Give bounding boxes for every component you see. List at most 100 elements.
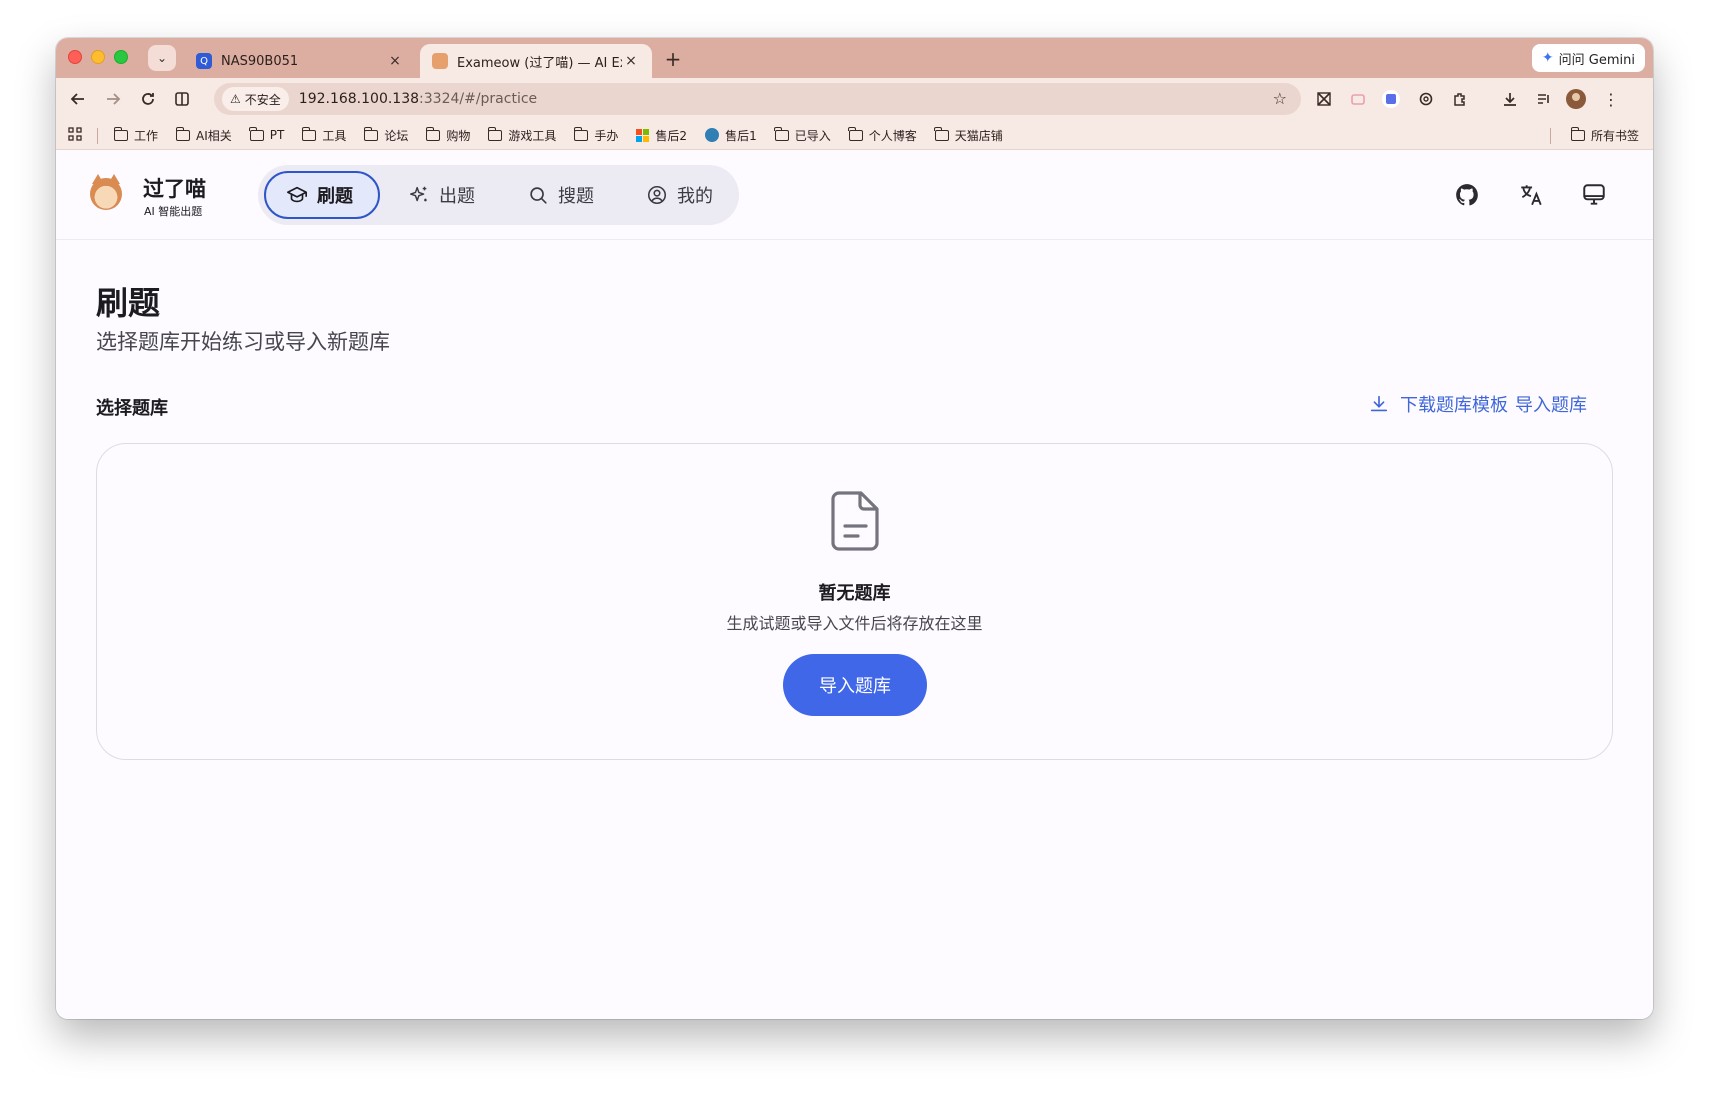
bookmark-folder[interactable]: 手办 (574, 126, 619, 144)
bookmark-link[interactable]: 售后2 (636, 127, 687, 144)
bookmark-star-icon[interactable]: ☆ (1273, 89, 1287, 108)
bookmarks-bar: 工作 AI相关 PT 工具 论坛 购物 游戏工具 手办 售后2 售后1 已导入 … (56, 120, 1653, 150)
folder-icon (487, 126, 503, 141)
tab-exameow[interactable]: Exameow (过了喵) — AI Exam × (420, 44, 652, 78)
nav-label: 我的 (677, 186, 713, 207)
bookmark-label: 手办 (594, 128, 619, 143)
tab-nas[interactable]: Q NAS90B051 × (184, 44, 416, 78)
split-view-icon[interactable] (170, 87, 194, 111)
monitor-icon[interactable] (1580, 181, 1608, 209)
empty-state-title: 暂无题库 (818, 583, 891, 604)
tab-close-icon[interactable]: × (386, 53, 404, 69)
nav-generate[interactable]: 出题 (388, 171, 495, 219)
maximize-window-button[interactable] (114, 50, 128, 64)
bookmark-folder[interactable]: 已导入 (774, 126, 831, 144)
microsoft-icon (636, 128, 650, 142)
url-path: :3324/#/practice (419, 91, 538, 107)
bookmark-folder[interactable]: 论坛 (363, 126, 408, 144)
bookmark-divider (97, 128, 98, 144)
bookmark-label: AI相关 (196, 128, 232, 143)
bookmark-label: 售后2 (655, 128, 688, 143)
folder-icon (848, 126, 863, 141)
nav-label: 出题 (439, 186, 475, 207)
download-icon (1368, 393, 1390, 415)
download-template-label: 下载题库模板 (1400, 395, 1508, 416)
extensions-puzzle-icon[interactable] (1448, 87, 1472, 111)
bookmark-label: 售后1 (725, 128, 757, 143)
sparkles-icon (408, 184, 430, 206)
minimize-window-button[interactable] (91, 50, 105, 64)
bookmark-folder[interactable]: 购物 (425, 126, 470, 144)
service-icon (705, 128, 720, 142)
import-bank-button[interactable]: 导入题库 (783, 654, 927, 716)
folder-icon (1570, 126, 1585, 141)
gemini-button[interactable]: ✦ 问问 Gemini (1531, 44, 1645, 72)
cat-icon (432, 53, 448, 69)
folder-icon (249, 126, 264, 141)
bookmark-folder[interactable]: 游戏工具 (487, 126, 557, 144)
address-bar[interactable]: ⚠ 不安全 192.168.100.138:3324/#/practice ☆ (214, 83, 1301, 115)
bookmark-label: 个人博客 (868, 128, 917, 143)
page-title: 刷题 (96, 284, 161, 322)
brand-subtitle: AI 智能出题 (144, 205, 203, 218)
security-chip[interactable]: ⚠ 不安全 (222, 87, 289, 111)
warning-icon: ⚠ (230, 92, 241, 106)
bookmark-folder[interactable]: 工具 (301, 126, 347, 144)
folder-icon (175, 126, 191, 141)
bookmark-folder[interactable]: AI相关 (175, 126, 232, 144)
bookmark-label: 工具 (322, 128, 347, 143)
profile-avatar-icon[interactable] (1564, 87, 1588, 111)
cat-logo-icon[interactable] (90, 174, 122, 210)
close-window-button[interactable] (68, 50, 82, 64)
translate-icon[interactable] (1517, 181, 1545, 209)
nav-profile[interactable]: 我的 (626, 171, 733, 219)
reload-icon[interactable] (136, 87, 160, 111)
browser-toolbar: ⚠ 不安全 192.168.100.138:3324/#/practice ☆ (56, 78, 1653, 120)
bilibili-extension-icon[interactable] (1346, 87, 1370, 111)
tab-close-icon[interactable]: × (622, 53, 640, 69)
all-bookmarks-folder[interactable]: 所有书签 (1570, 120, 1639, 150)
github-icon[interactable] (1453, 181, 1481, 209)
import-bank-link[interactable]: 导入题库 (1515, 387, 1587, 421)
bookmark-folder[interactable]: 个人博客 (848, 126, 917, 144)
nav-practice[interactable]: 刷题 (264, 171, 380, 219)
apps-grid-icon[interactable] (68, 127, 82, 145)
download-template-button[interactable]: 下载题库模板 (1368, 387, 1508, 421)
folder-icon (425, 126, 441, 141)
tab-title: Exameow (过了喵) — AI Exam (457, 55, 622, 71)
media-control-icon[interactable] (1532, 87, 1556, 111)
user-circle-icon (646, 184, 668, 206)
folder-icon (301, 126, 317, 141)
app-page: 过了喵 AI 智能出题 刷题 出题 搜题 我的 刷题 选择题库开始练习或导入新题… (56, 151, 1653, 1019)
nav-search[interactable]: 搜题 (507, 171, 614, 219)
main-nav: 刷题 出题 搜题 我的 (258, 165, 739, 225)
bookmark-label: 工作 (134, 128, 159, 143)
document-icon (831, 490, 881, 552)
menu-kebab-icon[interactable]: ⋮ (1599, 87, 1623, 111)
brand-title: 过了喵 (143, 177, 206, 201)
security-label: 不安全 (244, 92, 281, 107)
url-text: 192.168.100.138:3324/#/practice (299, 91, 537, 107)
screenshot-extension-icon[interactable] (1312, 87, 1336, 111)
forward-icon[interactable] (101, 87, 125, 111)
bookmark-folder[interactable]: PT (249, 126, 284, 142)
download-icon[interactable] (1498, 87, 1522, 111)
back-icon[interactable] (66, 87, 90, 111)
app-header: 过了喵 AI 智能出题 刷题 出题 搜题 我的 (56, 151, 1653, 240)
empty-state-card: 暂无题库 生成试题或导入文件后将存放在这里 导入题库 (96, 443, 1613, 760)
bookmark-label: 天猫店铺 (954, 128, 1003, 143)
bookmark-folder[interactable]: 天猫店铺 (934, 126, 1003, 144)
bookmark-folder[interactable]: 工作 (113, 126, 159, 144)
bookmark-label: 游戏工具 (508, 128, 557, 143)
translate-extension-icon[interactable] (1379, 87, 1403, 111)
bookmark-link[interactable]: 售后1 (705, 127, 757, 144)
openai-extension-icon[interactable] (1414, 87, 1438, 111)
nav-label: 刷题 (317, 186, 353, 207)
new-tab-button[interactable]: + (660, 46, 686, 72)
url-host: 192.168.100.138 (298, 91, 420, 107)
bookmark-label: 所有书签 (1590, 128, 1639, 143)
bookmark-label: 已导入 (794, 128, 831, 143)
browser-window: ⌄ Q NAS90B051 × Exameow (过了喵) — AI Exam … (56, 38, 1653, 1019)
folder-icon (113, 126, 128, 141)
tab-search-chevron-icon[interactable]: ⌄ (148, 45, 176, 71)
